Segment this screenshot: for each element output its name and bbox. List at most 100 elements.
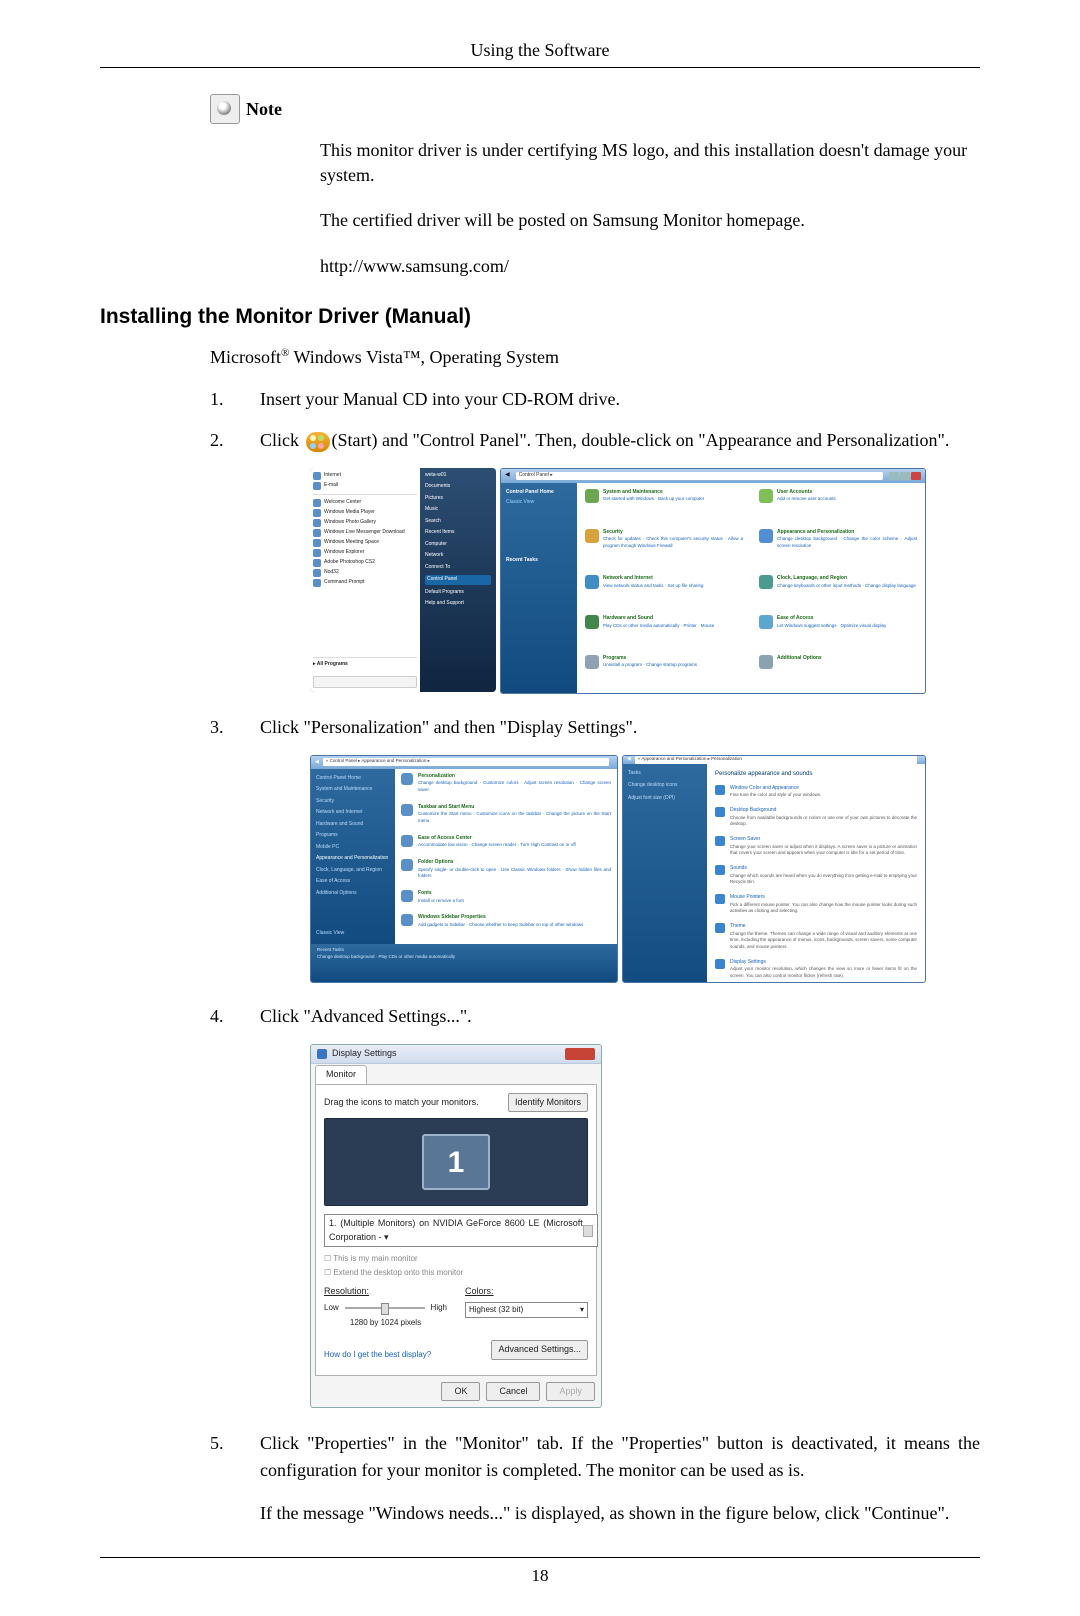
colors-dropdown[interactable]: Highest (32 bit) ▾ [465, 1302, 588, 1318]
start-item-email[interactable]: E-mail [324, 482, 338, 490]
cp-cat-appearance[interactable]: Appearance and PersonalizationChange des… [759, 529, 917, 568]
p-side-dpi[interactable]: Adjust font size (DPI) [628, 795, 702, 803]
cp-cat-clock[interactable]: Clock, Language, and RegionChange keyboa… [759, 575, 917, 607]
p-window-color[interactable]: Window Color and Appearance [730, 785, 821, 793]
p-desktop-bg[interactable]: Desktop Background [730, 807, 917, 815]
nav-back-icon[interactable]: ◀ [315, 759, 319, 767]
cp-cat-ease[interactable]: Ease of AccessLet Windows suggest settin… [759, 615, 917, 647]
start-search-input[interactable] [313, 676, 417, 688]
side-home[interactable]: Control Panel Home [316, 775, 390, 783]
start-right-network[interactable]: Network [425, 552, 491, 560]
chevron-down-icon[interactable]: ▾ [580, 1304, 584, 1316]
fonts-sub[interactable]: Install or remove a font [418, 898, 464, 905]
cp-address-bar[interactable]: Control Panel ▸ [516, 472, 883, 480]
appearance-recent-s[interactable]: Change desktop background · Play CDs or … [317, 954, 611, 961]
start-item-cmd[interactable]: Command Prompt [324, 579, 365, 587]
appearance-taskbar[interactable]: Taskbar and Start Menu [418, 804, 611, 812]
start-item-photoshop[interactable]: Adobe Photoshop CS2 [324, 559, 375, 567]
identify-monitors-button[interactable]: Identify Monitors [508, 1093, 588, 1113]
ease-sub[interactable]: Accommodate low vision · Change screen r… [418, 842, 576, 849]
cp-cat-security[interactable]: SecurityCheck for updates · Check this c… [585, 529, 743, 568]
cp-cat-additional[interactable]: Additional Options [759, 655, 917, 687]
start-right-default[interactable]: Default Programs [425, 589, 491, 597]
start-right-computer[interactable]: Computer [425, 541, 491, 549]
appearance-folder[interactable]: Folder Options [418, 859, 611, 867]
appearance-breadcrumb[interactable]: « Control Panel ▸ Appearance and Persona… [323, 758, 609, 766]
side-classic[interactable]: Classic View [316, 930, 390, 938]
monitor-1[interactable]: 1 [422, 1134, 490, 1190]
resolution-slider[interactable]: Low High [324, 1302, 447, 1314]
nav-back-icon[interactable]: ◀ [627, 756, 631, 764]
start-item-internet[interactable]: Internet [324, 472, 341, 480]
start-item-wmp[interactable]: Windows Media Player [324, 509, 375, 517]
start-right-connect[interactable]: Connect To [425, 564, 491, 572]
side-clock[interactable]: Clock, Language, and Region [316, 867, 390, 875]
cp-side-header[interactable]: Control Panel Home [506, 489, 572, 497]
start-item-welcome[interactable]: Welcome Center [324, 499, 361, 507]
slider-thumb[interactable] [381, 1303, 389, 1315]
cp-cat-system[interactable]: System and MaintenanceGet started with W… [585, 489, 743, 521]
side-hardware[interactable]: Hardware and Sound [316, 821, 390, 829]
start-item-explorer[interactable]: Windows Explorer [324, 549, 364, 557]
ok-button[interactable]: OK [441, 1382, 480, 1402]
appearance-personalization[interactable]: Personalization [418, 773, 611, 781]
chevron-down-icon[interactable] [583, 1225, 593, 1237]
start-item-live[interactable]: Windows Live Messenger Download [324, 529, 405, 537]
start-right-pics[interactable]: Pictures [425, 495, 491, 503]
side-programs[interactable]: Programs [316, 832, 390, 840]
side-appearance[interactable]: Appearance and Personalization [316, 855, 390, 863]
sidebar-sub[interactable]: Add gadgets to Sidebar · Choose whether … [418, 922, 583, 929]
p-screen-saver[interactable]: Screen Saver [730, 836, 917, 844]
p-mouse[interactable]: Mouse Pointers [730, 894, 917, 902]
cancel-button[interactable]: Cancel [486, 1382, 540, 1402]
cp-cat-users[interactable]: User AccountsAdd or remove user accounts [759, 489, 917, 521]
start-item-meeting[interactable]: Windows Meeting Space [324, 539, 379, 547]
nav-back-icon[interactable]: ◀ [505, 471, 510, 480]
appearance-ease[interactable]: Ease of Access Center [418, 835, 576, 843]
monitor-preview[interactable]: 1 [324, 1118, 588, 1206]
monitor-selector[interactable]: 1. (Multiple Monitors) on NVIDIA GeForce… [324, 1214, 598, 1247]
start-right-recent[interactable]: Recent Items [425, 529, 491, 537]
p-sounds[interactable]: Sounds [730, 865, 917, 873]
cp-cat-hardware[interactable]: Hardware and SoundPlay CDs or other medi… [585, 615, 743, 647]
start-right-docs[interactable]: Documents [425, 483, 491, 491]
cp-cat-network[interactable]: Network and InternetView network status … [585, 575, 743, 607]
cp-classic-view[interactable]: Classic View [506, 499, 572, 507]
step-3: Click "Personalization" and then "Displa… [210, 714, 980, 981]
side-mobile[interactable]: Mobile PC [316, 844, 390, 852]
control-panel-window: ◀ Control Panel ▸ Control Panel Home Cla… [500, 468, 926, 694]
start-right-user[interactable]: weta-w01 [425, 472, 491, 480]
side-network[interactable]: Network and Internet [316, 809, 390, 817]
cp-cat-programs[interactable]: ProgramsUninstall a program · Change sta… [585, 655, 743, 687]
taskbar-sub[interactable]: Customize the Start menu · Customize ico… [418, 811, 611, 825]
start-right-search[interactable]: Search [425, 518, 491, 526]
folder-sub[interactable]: Specify single- or double-click to open … [418, 867, 611, 881]
personalization-breadcrumb[interactable]: « Appearance and Personalization ▸ Perso… [635, 756, 917, 764]
help-link[interactable]: How do I get the best display? [324, 1349, 431, 1361]
side-system[interactable]: System and Maintenance [316, 786, 390, 794]
side-ease[interactable]: Ease of Access [316, 878, 390, 886]
close-icon[interactable] [565, 1048, 595, 1060]
p-side-icons[interactable]: Change desktop icons [628, 782, 702, 790]
start-right-music[interactable]: Music [425, 506, 491, 514]
personalization-sub[interactable]: Change desktop background · Customize co… [418, 780, 611, 794]
appearance-sidebar[interactable]: Windows Sidebar Properties [418, 914, 583, 922]
advanced-settings-button[interactable]: Advanced Settings... [491, 1340, 588, 1360]
start-right-help[interactable]: Help and Support [425, 600, 491, 608]
apply-button[interactable]: Apply [546, 1382, 595, 1402]
tab-monitor[interactable]: Monitor [315, 1065, 367, 1084]
start-menu: Internet E-mail Welcome Center Windows M… [310, 468, 496, 692]
p-theme[interactable]: Theme [730, 923, 917, 931]
personalization-window: ◀ « Appearance and Personalization ▸ Pers… [622, 755, 926, 983]
window-buttons[interactable] [889, 472, 921, 480]
appearance-fonts[interactable]: Fonts [418, 890, 464, 898]
start-right-controlpanel[interactable]: Control Panel [425, 575, 491, 585]
start-item-nod32[interactable]: Nod32 [324, 569, 339, 577]
note-body: This monitor driver is under certifying … [320, 138, 980, 279]
side-security[interactable]: Security [316, 798, 390, 806]
start-menu-right: weta-w01 Documents Pictures Music Search… [420, 468, 496, 692]
start-all-programs[interactable]: All Programs [317, 661, 348, 667]
side-additional[interactable]: Additional Options [316, 890, 390, 898]
start-item-photo[interactable]: Windows Photo Gallery [324, 519, 376, 527]
p-display-settings[interactable]: Display Settings [730, 959, 917, 967]
